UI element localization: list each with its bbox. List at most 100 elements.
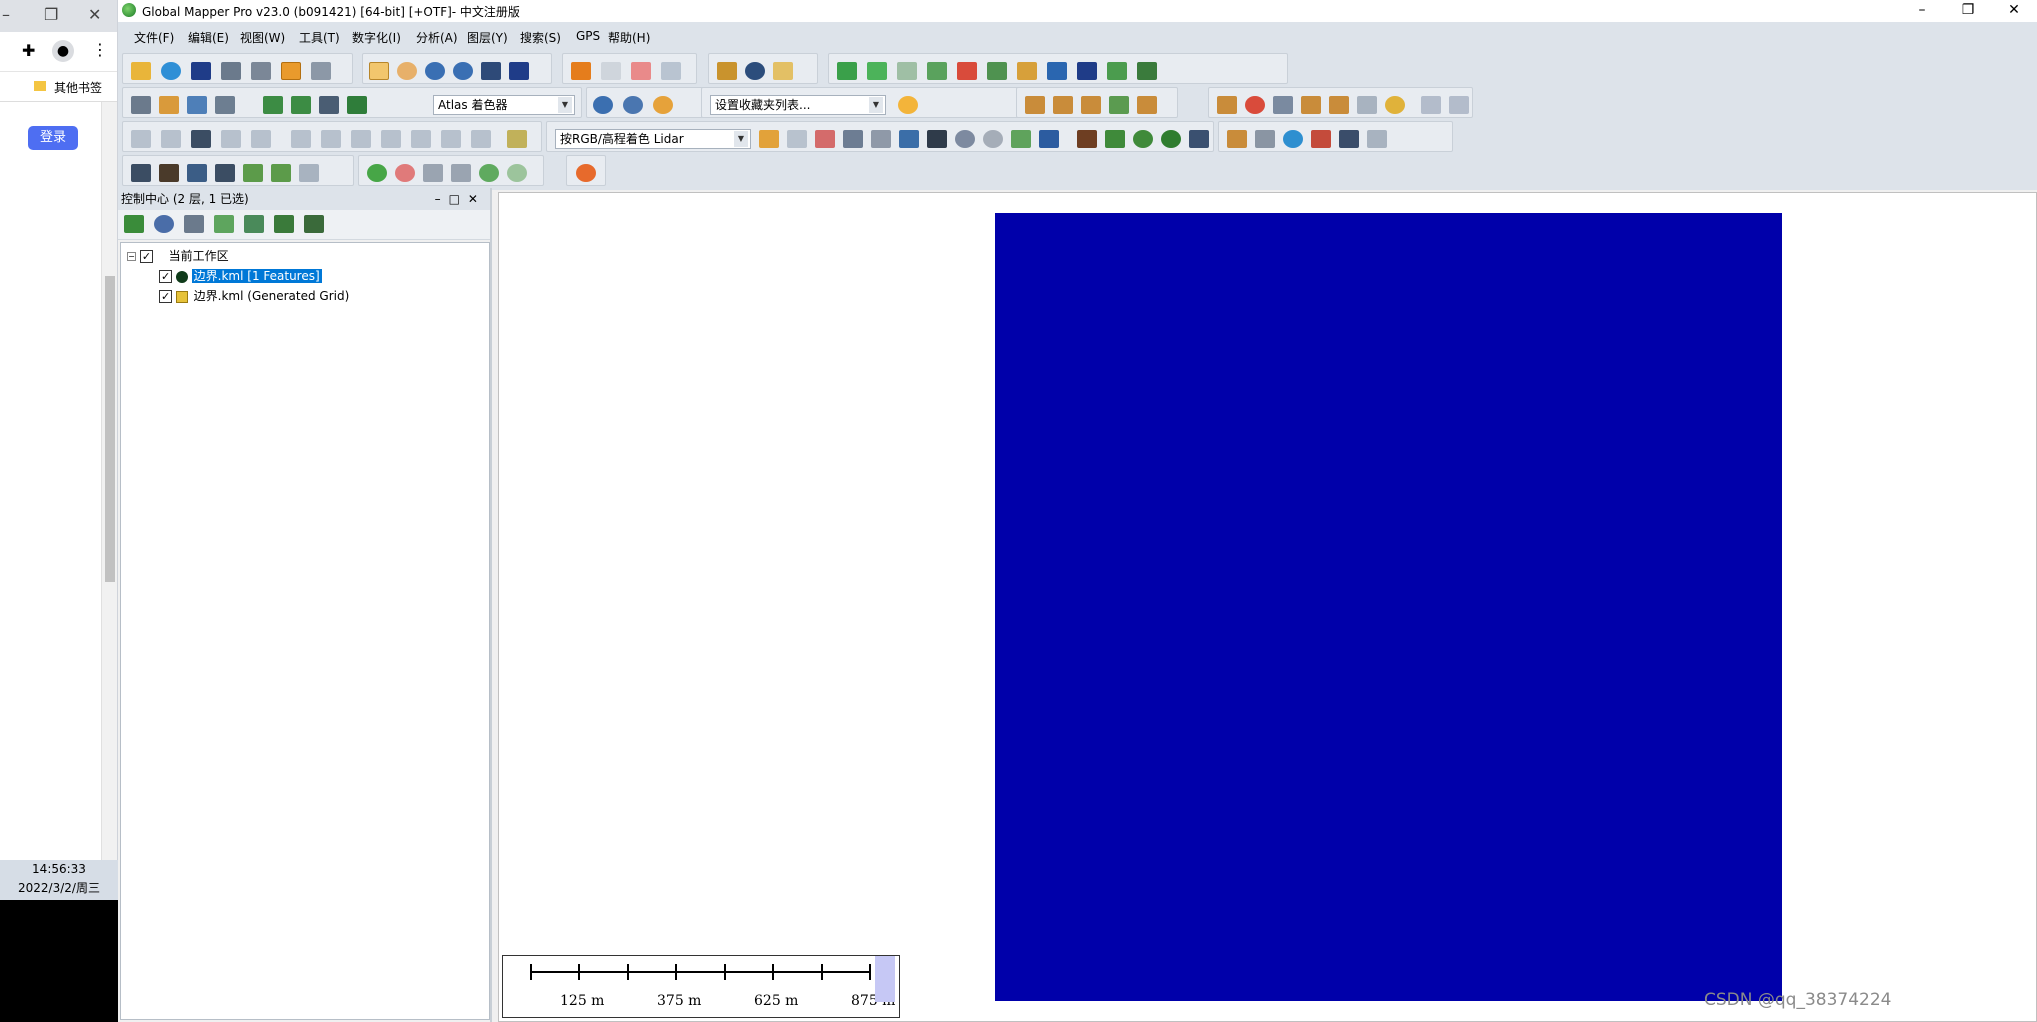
layer-name-selected[interactable]: 边界.kml [1 Features] (191, 269, 322, 283)
line-split-icon[interactable] (1053, 96, 1073, 114)
edit-check-icon[interactable] (1449, 96, 1469, 114)
pan-hand-icon[interactable] (397, 62, 417, 80)
close-button[interactable]: ✕ (1991, 0, 2037, 22)
feature-info-icon[interactable] (745, 62, 765, 80)
fast-rabbit-icon[interactable] (451, 164, 471, 182)
globe-icon[interactable] (593, 96, 613, 114)
menu-digitize[interactable]: 数字化(I) (352, 29, 401, 46)
extensions-icon[interactable]: ✚ (22, 41, 35, 60)
power-line-icon[interactable] (1255, 130, 1275, 148)
chevron-down-icon[interactable]: ▼ (734, 131, 748, 147)
line-join-icon[interactable] (1081, 96, 1101, 114)
vertex-move-icon[interactable] (1329, 96, 1349, 114)
open-online-data-icon[interactable] (161, 62, 181, 80)
line-tool-icon[interactable] (291, 130, 311, 148)
layer-export-icon[interactable] (214, 215, 234, 233)
copy-icon[interactable] (441, 130, 461, 148)
restore-icon[interactable]: ❐ (44, 5, 58, 24)
building-extract-icon[interactable] (187, 164, 207, 182)
gear-icon[interactable] (623, 96, 643, 114)
control-center-icon[interactable] (281, 62, 301, 80)
projection-globe-icon[interactable] (154, 215, 174, 233)
layer-item[interactable]: 边界.kml (Generated Grid) (159, 287, 350, 306)
lidar-classify-icon[interactable] (263, 96, 283, 114)
layout-icon[interactable] (131, 96, 151, 114)
layer-search-icon[interactable] (244, 215, 264, 233)
edit-pen-icon[interactable] (299, 164, 319, 182)
vertex-delete-icon[interactable] (1357, 96, 1377, 114)
chevron-down-icon[interactable]: ▼ (558, 97, 572, 113)
crop-icon[interactable] (471, 130, 491, 148)
key-icon[interactable] (1339, 130, 1359, 148)
menu-gps[interactable]: GPS (576, 29, 600, 43)
more-menu-icon[interactable]: ⋮ (92, 40, 108, 59)
layer-visibility-icon[interactable] (274, 215, 294, 233)
mountain-brown-icon[interactable] (1077, 130, 1097, 148)
fly-through-icon[interactable] (1077, 62, 1097, 80)
target-icon[interactable] (1245, 96, 1265, 114)
noise-icon[interactable] (1311, 130, 1331, 148)
lidar-height-icon[interactable] (319, 96, 339, 114)
scrollbar-thumb[interactable] (105, 276, 115, 582)
zoom-layer-icon[interactable] (124, 215, 144, 233)
play-icon[interactable] (367, 164, 387, 182)
workspace-checkbox[interactable] (139, 248, 153, 266)
back-arrow-icon[interactable] (481, 62, 501, 80)
close-icon[interactable]: ✕ (88, 5, 101, 24)
water-drop-icon[interactable] (1283, 130, 1303, 148)
shader-dropdown[interactable]: Atlas 着色器 ▼ (433, 95, 575, 115)
3d-view-icon[interactable] (1047, 62, 1067, 80)
elevation-icon[interactable] (867, 62, 887, 80)
line-smooth-icon[interactable] (1109, 96, 1129, 114)
bush-icon[interactable] (1133, 130, 1153, 148)
ruler-icon[interactable] (507, 130, 527, 148)
pole-extract-icon[interactable] (215, 164, 235, 182)
collapse-icon[interactable]: − (127, 252, 136, 261)
point-cloud-icon[interactable] (787, 130, 807, 148)
pick-icon[interactable] (159, 96, 179, 114)
grid-measure-icon[interactable] (1273, 96, 1293, 114)
workspace-node[interactable]: − 当前工作区 (127, 247, 229, 266)
points-icon[interactable] (983, 130, 1003, 148)
edit-note-icon[interactable] (899, 130, 919, 148)
panel-buttons[interactable]: –□✕ (435, 188, 486, 210)
puzzle-icon[interactable] (271, 164, 291, 182)
map-view[interactable]: 125 m 375 m 625 m 875 m (498, 192, 2037, 1022)
reset-class-icon[interactable] (1367, 130, 1387, 148)
path-profile-icon[interactable] (987, 62, 1007, 80)
overview-map-icon[interactable] (311, 62, 331, 80)
orange-globe-icon[interactable] (576, 164, 596, 182)
line-edit-icon[interactable] (1025, 96, 1045, 114)
cluster-icon[interactable] (955, 130, 975, 148)
terrain-icon[interactable] (837, 62, 857, 80)
tree-icon[interactable] (1161, 130, 1181, 148)
star-icon[interactable] (898, 96, 918, 114)
edit-feature-icon[interactable] (661, 62, 681, 80)
contour-icon[interactable] (897, 62, 917, 80)
mountain-icon[interactable] (347, 96, 367, 114)
menu-edit[interactable]: 编辑(E) (188, 29, 229, 46)
scale-icon[interactable] (161, 130, 181, 148)
magic-wand-icon[interactable] (251, 130, 271, 148)
close-layer-icon[interactable] (304, 215, 324, 233)
triangle-icon[interactable] (927, 130, 947, 148)
slope-icon[interactable] (1107, 62, 1127, 80)
slow-turtle-icon[interactable] (423, 164, 443, 182)
cross-icon[interactable] (221, 130, 241, 148)
zoom-out-icon[interactable] (453, 62, 473, 80)
digitizer-pencil-icon[interactable] (571, 62, 591, 80)
restore-button[interactable]: ❐ (1945, 0, 1991, 22)
volume-icon[interactable] (1137, 62, 1157, 80)
attribute-table-icon[interactable] (184, 215, 204, 233)
remove-point-icon[interactable] (507, 164, 527, 182)
shape-merge-icon[interactable] (1385, 96, 1405, 114)
other-bookmarks[interactable]: 其他书签 (54, 79, 102, 96)
layer-name[interactable]: 边界.kml (Generated Grid) (192, 289, 350, 303)
grass-icon[interactable] (1105, 130, 1125, 148)
building-icon[interactable] (1189, 130, 1209, 148)
lidar-filter-icon[interactable] (291, 96, 311, 114)
create-area-icon[interactable] (601, 62, 621, 80)
zoom-select-icon[interactable] (369, 62, 389, 80)
network-icon[interactable] (1039, 130, 1059, 148)
zoom-in-icon[interactable] (425, 62, 445, 80)
